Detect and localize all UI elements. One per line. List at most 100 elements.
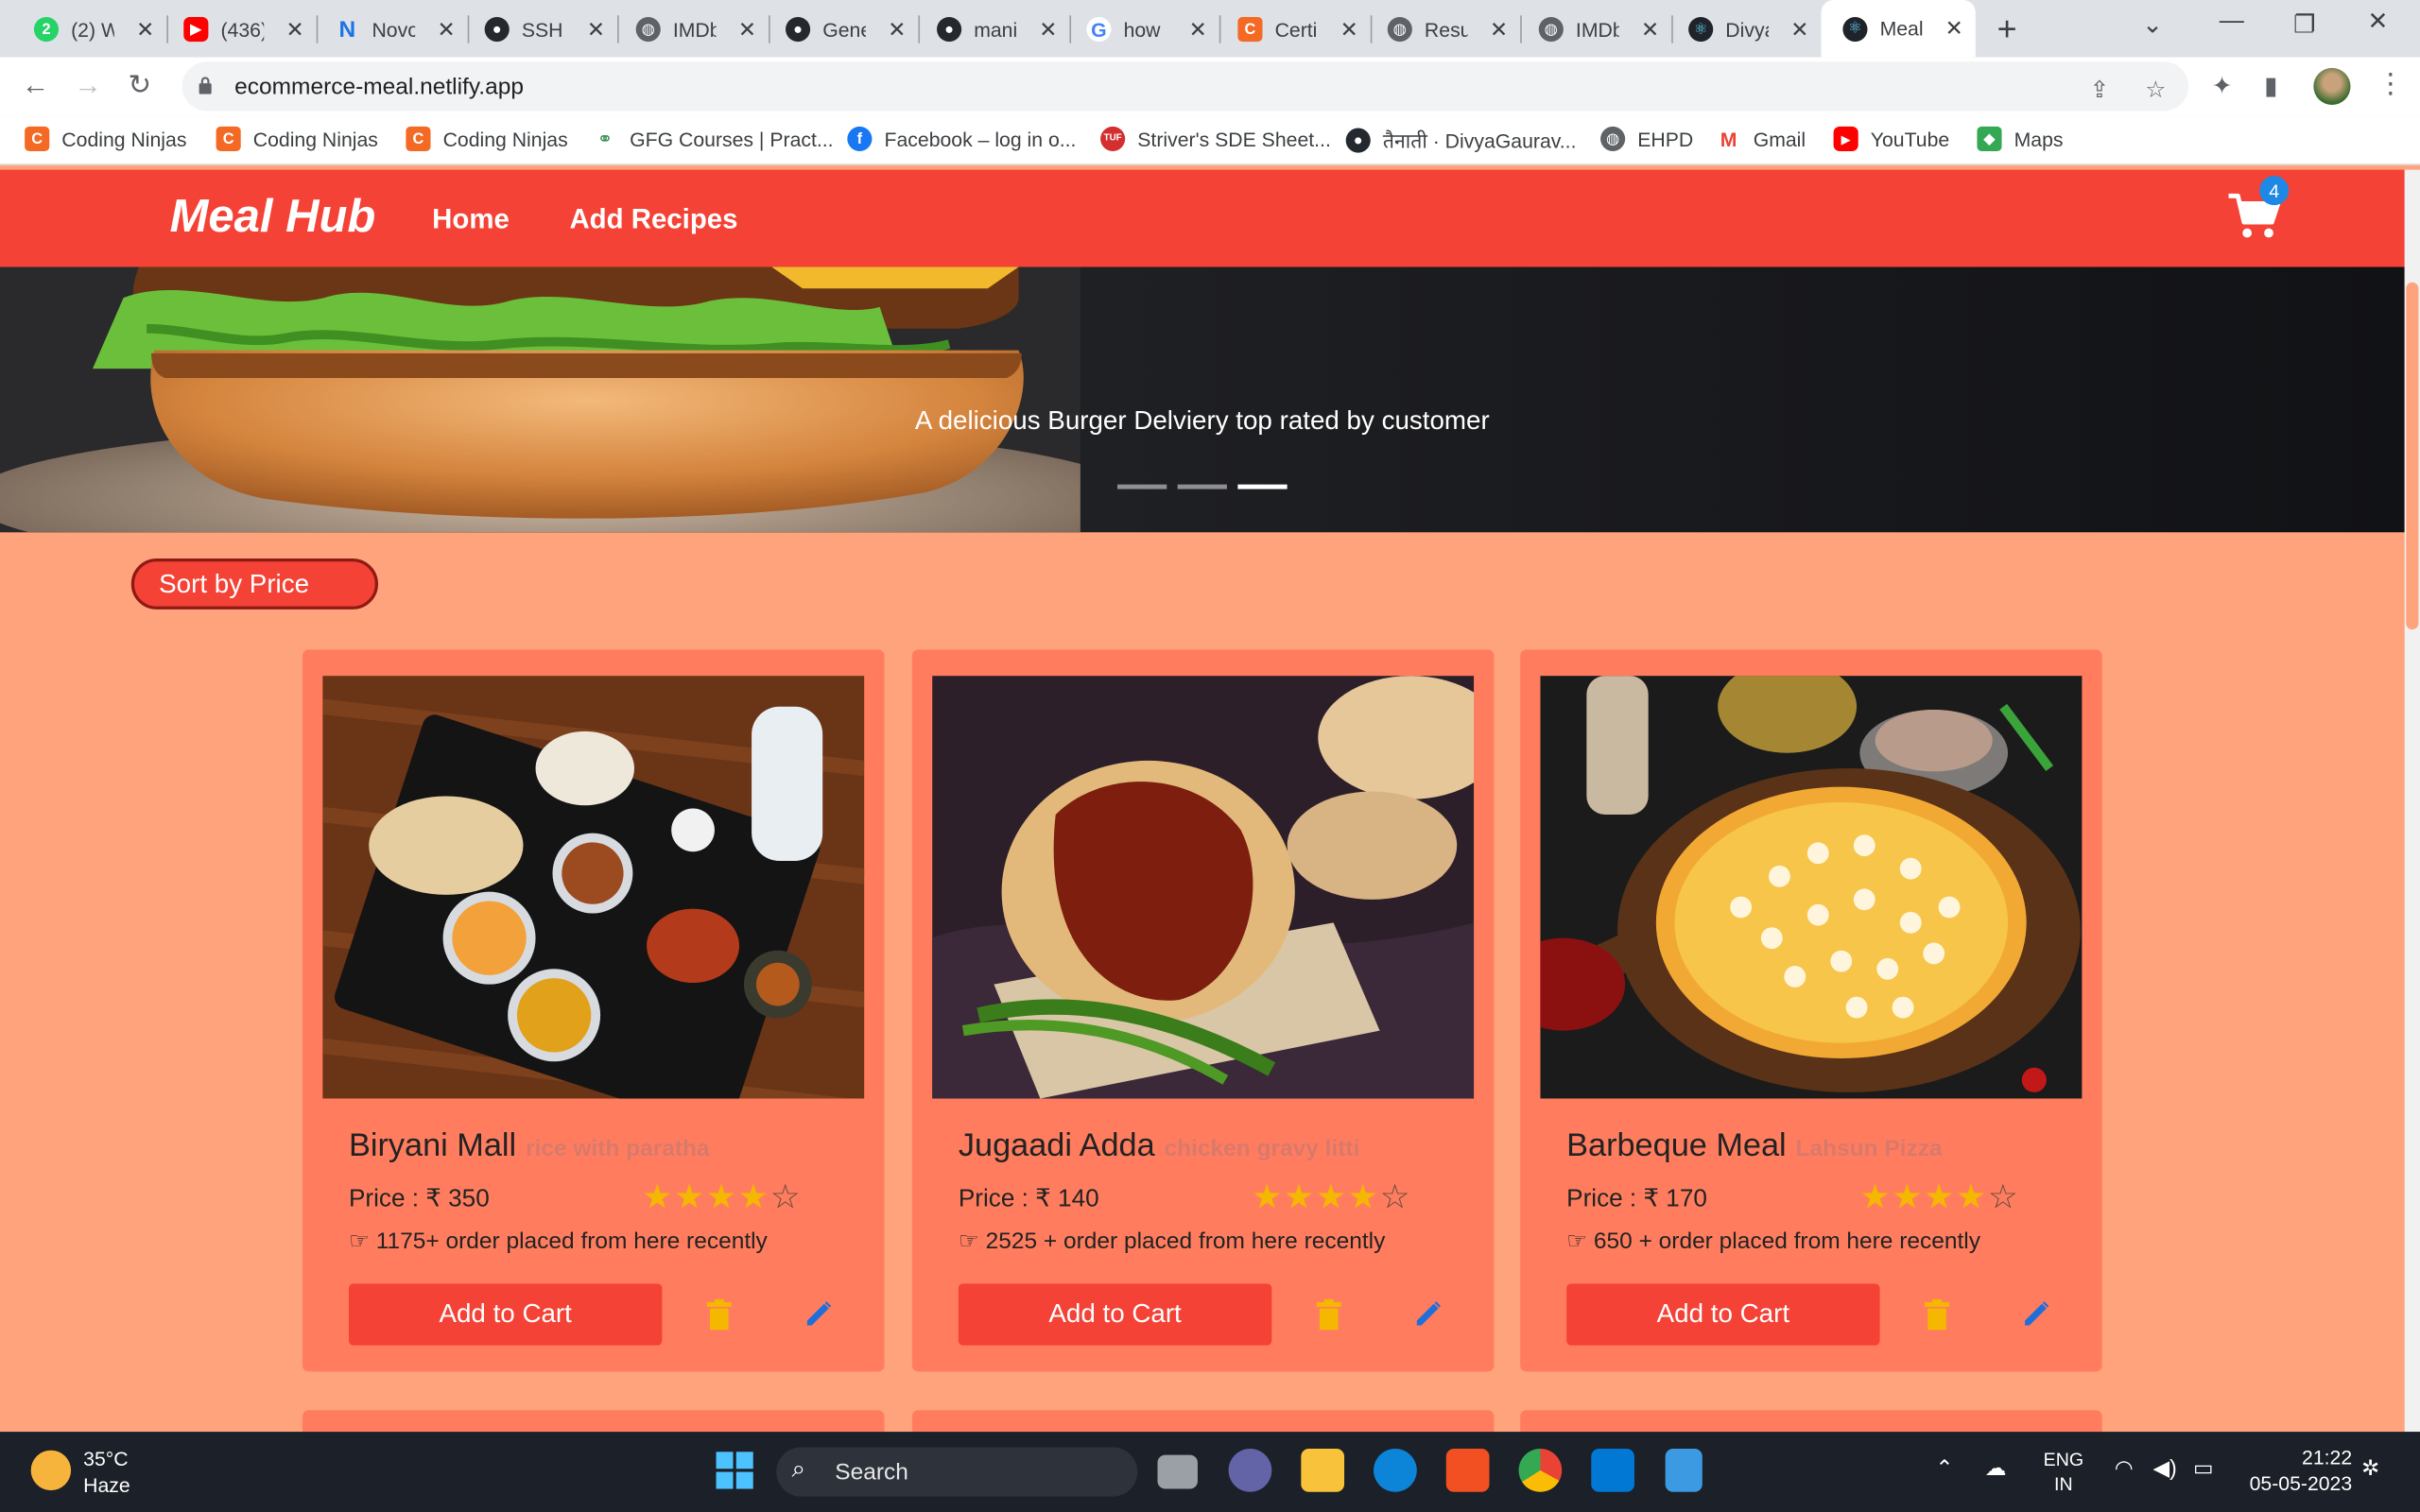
browser-tab[interactable]: N Novo ✕: [313, 7, 467, 53]
maps-icon: ◆: [1977, 126, 2002, 151]
address-bar[interactable]: ecommerce-meal.netlify.app ⇪ ☆: [182, 61, 2189, 112]
forward-icon[interactable]: →: [74, 69, 101, 101]
close-tab-icon[interactable]: ✕: [1790, 17, 1808, 43]
close-tab-icon[interactable]: ✕: [587, 17, 605, 43]
vscode-icon[interactable]: [1591, 1449, 1634, 1492]
rating-stars: ★★★★☆: [1859, 1177, 2019, 1217]
windows-start-icon[interactable]: [713, 1449, 756, 1492]
close-tab-icon[interactable]: ✕: [1189, 17, 1207, 43]
browser-tab[interactable]: ▶ (436) ✕: [162, 7, 316, 53]
browser-tab[interactable]: ◍ IMDb ✕: [614, 7, 769, 53]
wifi-icon[interactable]: ◠: [2115, 1455, 2134, 1482]
coding-ninjas-icon: C: [216, 126, 241, 151]
notepad-icon[interactable]: [1665, 1449, 1703, 1492]
browser-tab[interactable]: ●Gene✕: [764, 7, 918, 53]
delete-icon[interactable]: [1316, 1298, 1341, 1331]
bookmark-item[interactable]: ◆ Maps: [1977, 126, 2064, 151]
notification-bell-icon[interactable]: ✲: [2361, 1455, 2379, 1482]
extensions-icon[interactable]: ✦: [2212, 71, 2233, 102]
bookmark-item[interactable]: C Coding Ninjas: [25, 126, 186, 151]
close-tab-icon[interactable]: ✕: [1340, 17, 1358, 43]
restore-button[interactable]: ❐: [2293, 9, 2315, 41]
globe-icon: ◍: [635, 16, 661, 43]
close-tab-icon[interactable]: ✕: [1490, 17, 1508, 43]
nav-home-link[interactable]: Home: [432, 204, 510, 236]
sort-by-price-button[interactable]: Sort by Price: [130, 558, 378, 610]
close-tab-icon[interactable]: ✕: [1039, 17, 1057, 43]
browser-tab-active[interactable]: ⚛ Meal ✕: [1821, 0, 1976, 58]
browser-tab[interactable]: 2(2) W✕: [12, 7, 166, 53]
close-tab-icon[interactable]: ✕: [136, 17, 154, 43]
bookmark-item[interactable]: M Gmail: [1716, 126, 1806, 151]
close-tab-icon[interactable]: ✕: [285, 17, 303, 43]
meal-card: Jugaadi Adda chicken gravy litti Price : …: [911, 649, 1495, 1372]
edit-icon[interactable]: [2022, 1297, 2053, 1329]
close-tab-icon[interactable]: ✕: [1945, 15, 1963, 42]
bookmark-item[interactable]: ● तैनाती · DivyaGaurav...: [1345, 127, 1576, 154]
bookmark-item[interactable]: C Coding Ninjas: [216, 126, 378, 151]
browser-tab[interactable]: ● mani ✕: [915, 7, 1069, 53]
edit-icon[interactable]: [1414, 1297, 1445, 1329]
menu-icon[interactable]: ⋮: [2377, 68, 2404, 100]
file-explorer-icon[interactable]: [1301, 1449, 1345, 1492]
page-scrollbar[interactable]: [2404, 169, 2420, 1433]
edge-icon[interactable]: [1374, 1449, 1417, 1492]
volume-icon[interactable]: ◀): [2153, 1455, 2177, 1482]
profile-avatar[interactable]: [2313, 67, 2351, 106]
chrome-icon[interactable]: [1518, 1449, 1563, 1492]
new-tab-button[interactable]: +: [1997, 9, 2017, 49]
teams-chat-icon[interactable]: [1228, 1449, 1272, 1492]
nav-add-recipes-link[interactable]: Add Recipes: [569, 204, 737, 236]
onedrive-icon[interactable]: ☁: [1985, 1455, 2007, 1482]
bookmark-item[interactable]: f Facebook – log in o...: [847, 126, 1076, 151]
bookmark-item[interactable]: ⚭ GFG Courses | Pract...: [593, 127, 834, 151]
browser-tab[interactable]: ◍ Resu ✕: [1366, 7, 1520, 53]
close-window-button[interactable]: ✕: [2367, 7, 2388, 38]
system-clock[interactable]: 21:22 05-05-2023: [2247, 1444, 2353, 1497]
add-to-cart-button[interactable]: Add to Cart: [958, 1283, 1272, 1346]
microsoft-store-icon[interactable]: [1445, 1449, 1490, 1492]
browser-tab[interactable]: Ghow ✕: [1065, 7, 1219, 53]
add-to-cart-button[interactable]: Add to Cart: [348, 1283, 663, 1346]
bookmark-item[interactable]: C Coding Ninjas: [406, 126, 568, 151]
bookmark-item[interactable]: ▶ YouTube: [1833, 126, 1949, 151]
add-to-cart-button[interactable]: Add to Cart: [1566, 1283, 1880, 1346]
browser-tab[interactable]: C Certi ✕: [1217, 7, 1371, 53]
scrollbar-thumb[interactable]: [2406, 282, 2419, 630]
close-tab-icon[interactable]: ✕: [888, 17, 906, 43]
bookmark-item[interactable]: TUF Striver's SDE Sheet...: [1100, 126, 1331, 151]
close-tab-icon[interactable]: ✕: [437, 17, 455, 43]
close-tab-icon[interactable]: ✕: [738, 17, 756, 43]
side-panel-icon[interactable]: ▮: [2264, 71, 2277, 102]
share-icon[interactable]: ⇪: [2090, 76, 2110, 104]
bookmark-item[interactable]: ◍ EHPD: [1600, 126, 1693, 151]
brand-logo[interactable]: Meal Hub: [170, 191, 376, 244]
show-hidden-icons-icon[interactable]: ⌃: [1935, 1455, 1953, 1482]
task-view-icon[interactable]: [1157, 1454, 1198, 1489]
language-indicator[interactable]: ENG IN: [2044, 1447, 2083, 1496]
dish-name: rice with paratha: [525, 1135, 710, 1162]
taskbar-search[interactable]: ⌕ Search: [776, 1447, 1138, 1497]
minimize-button[interactable]: —: [2220, 8, 2244, 35]
dish-name: Lahsun Pizza: [1795, 1135, 1943, 1162]
delete-icon[interactable]: [1924, 1298, 1950, 1331]
edit-icon[interactable]: [804, 1297, 836, 1329]
battery-icon[interactable]: ▭: [2193, 1455, 2214, 1482]
restaurant-name: Biryani Mall: [348, 1127, 517, 1164]
url-text[interactable]: ecommerce-meal.netlify.app: [234, 74, 524, 100]
back-icon[interactable]: ←: [22, 69, 49, 101]
meal-title: Biryani Mall rice with paratha: [349, 1127, 710, 1164]
reload-icon[interactable]: ↻: [129, 69, 152, 101]
browser-tab[interactable]: ⚛Divya✕: [1667, 7, 1821, 53]
star-filled-icon: ★: [674, 1177, 706, 1216]
browser-tab[interactable]: ● SSH ✕: [463, 7, 617, 53]
carousel-indicator[interactable]: [1117, 484, 1167, 490]
hero-carousel[interactable]: A delicious Burger Delviery top rated by…: [0, 266, 2405, 533]
close-tab-icon[interactable]: ✕: [1641, 17, 1659, 43]
delete-icon[interactable]: [706, 1298, 732, 1331]
bookmark-star-icon[interactable]: ☆: [2145, 76, 2166, 104]
carousel-indicator-active[interactable]: [1237, 484, 1288, 490]
tab-search-icon[interactable]: ⌄: [2142, 9, 2163, 41]
browser-tab[interactable]: ◍ IMDb ✕: [1517, 7, 1671, 53]
carousel-indicator[interactable]: [1177, 484, 1227, 490]
